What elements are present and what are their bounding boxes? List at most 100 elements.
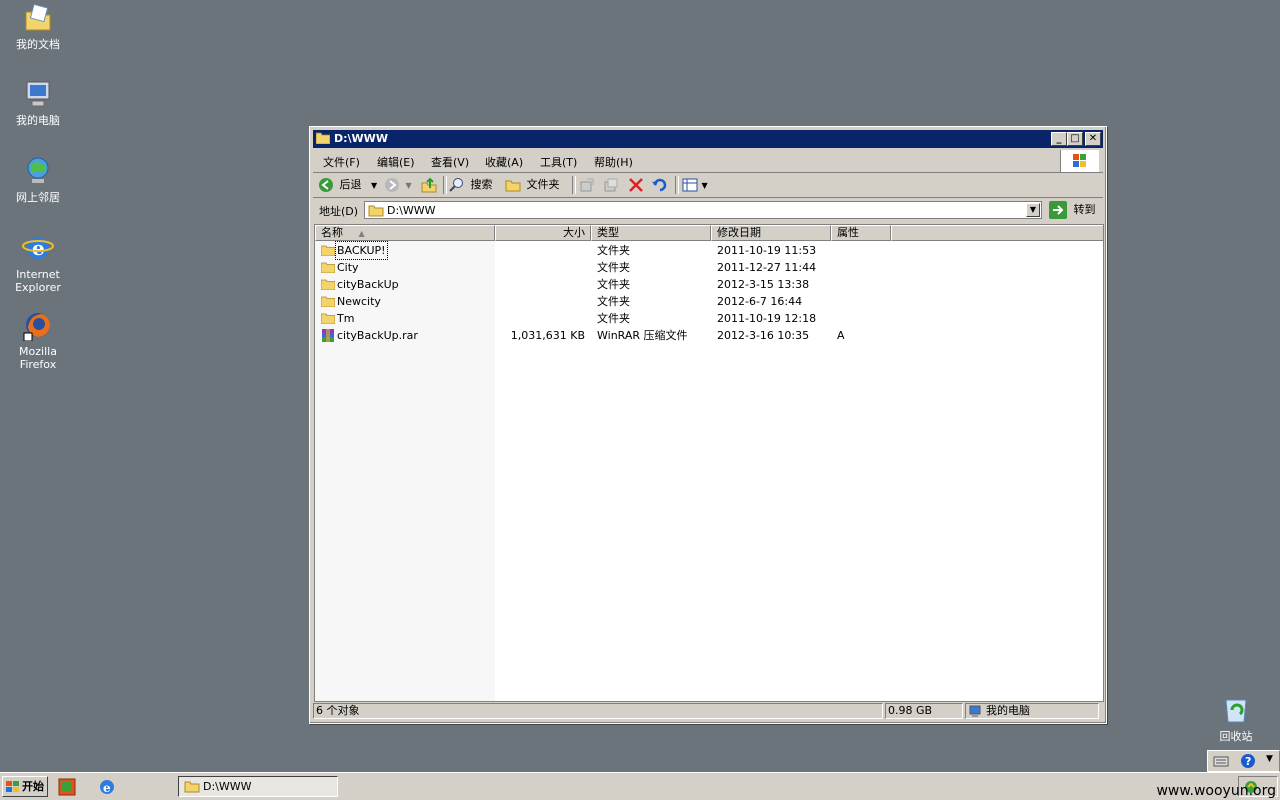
copy-to-button[interactable] [603, 177, 619, 193]
folder-icon [321, 262, 335, 273]
taskbar: 开始 e D:\WWW [0, 772, 1280, 800]
undo-button[interactable] [651, 177, 667, 193]
desktop-icon-label: Mozilla Firefox [19, 345, 57, 371]
address-dropdown-button[interactable]: ▼ [1026, 203, 1040, 217]
file-date: 2012-3-16 10:35 [717, 329, 810, 342]
desktop-icon-label: Internet Explorer [15, 268, 61, 294]
explorer-window: D:\WWW _ □ ✕ 文件(F) 编辑(E) 查看(V) 收藏(A) 工具(… [309, 126, 1107, 724]
file-row[interactable]: cityBackUp.rar 1,031,631 KB WinRAR 压缩文件 … [315, 327, 1103, 344]
help-icon[interactable]: ? [1240, 753, 1256, 769]
back-label: 后退 [339, 178, 362, 191]
window-title: D:\WWW [334, 132, 388, 145]
search-button[interactable]: 搜索 [449, 177, 493, 193]
menu-favorites[interactable]: 收藏(A) [485, 154, 523, 170]
my-computer-icon [969, 705, 981, 717]
watermark: www.wooyun.org [1156, 783, 1276, 799]
show-desktop-icon[interactable] [58, 778, 76, 796]
svg-text:e: e [103, 781, 111, 795]
desktop-icon-label: 我的电脑 [16, 114, 60, 127]
folder-icon [368, 205, 384, 217]
file-type: 文件夹 [597, 295, 630, 308]
file-row[interactable]: Tm 文件夹 2011-10-19 12:18 [315, 310, 1103, 327]
back-arrow-icon [319, 178, 333, 192]
views-button[interactable]: ▼ [682, 177, 708, 193]
up-folder-icon [421, 177, 437, 193]
desktop-icon-ie[interactable]: e Internet Explorer [0, 232, 76, 294]
column-header-empty [891, 225, 1103, 241]
menu-file[interactable]: 文件(F) [323, 154, 360, 170]
desktop-icon-recycle-bin[interactable]: 回收站 [1198, 694, 1274, 743]
move-to-button[interactable] [579, 177, 595, 193]
winrar-archive-icon [322, 329, 334, 342]
file-date: 2012-6-7 16:44 [717, 295, 803, 308]
up-folder-button[interactable] [421, 177, 437, 193]
column-header-type[interactable]: 类型 [591, 225, 711, 241]
taskbar-window-button[interactable]: D:\WWW [178, 776, 338, 797]
folders-label: 文件夹 [526, 178, 560, 191]
menu-view[interactable]: 查看(V) [431, 154, 469, 170]
address-value: D:\WWW [387, 204, 436, 217]
go-arrow-icon [1049, 201, 1067, 219]
go-button[interactable]: 转到 [1049, 201, 1096, 219]
views-dropdown-icon: ▼ [701, 181, 708, 190]
column-header-date[interactable]: 修改日期 [711, 225, 831, 241]
desktop-icon-label: 网上邻居 [16, 191, 60, 204]
file-row[interactable]: City 文件夹 2011-12-27 11:44 [315, 259, 1103, 276]
file-type: WinRAR 压缩文件 [597, 329, 688, 342]
folder-icon [321, 279, 335, 290]
firefox-icon [22, 309, 54, 342]
menu-help[interactable]: 帮助(H) [594, 154, 633, 170]
column-header-attributes[interactable]: 属性 [831, 225, 891, 241]
desktop-icon-firefox[interactable]: Mozilla Firefox [0, 309, 76, 371]
internet-explorer-icon[interactable]: e [98, 778, 116, 796]
desktop-icon-network[interactable]: 网上邻居 [0, 155, 76, 204]
address-input[interactable]: D:\WWW ▼ [364, 201, 1042, 219]
minimize-button[interactable]: _ [1051, 132, 1067, 146]
search-icon [449, 178, 463, 192]
start-button[interactable]: 开始 [2, 776, 48, 797]
file-date: 2012-3-15 13:38 [717, 278, 810, 291]
address-bar: 地址(D) D:\WWW ▼ 转到 [313, 198, 1103, 222]
svg-text:e: e [32, 236, 45, 260]
internet-explorer-icon: e [22, 232, 54, 264]
title-bar[interactable]: D:\WWW _ □ ✕ [313, 130, 1103, 148]
file-type: 文件夹 [597, 244, 630, 257]
recycle-bin-icon [1220, 694, 1252, 726]
back-button[interactable]: 后退 ▼ [318, 177, 377, 193]
column-header-size[interactable]: 大小 [495, 225, 591, 241]
folders-button[interactable]: 文件夹 [505, 177, 560, 193]
file-row[interactable]: cityBackUp 文件夹 2012-3-15 13:38 [315, 276, 1103, 293]
desktop-icon-my-computer[interactable]: 我的电脑 [0, 78, 76, 127]
move-to-icon [580, 178, 594, 192]
close-button[interactable]: ✕ [1085, 132, 1101, 146]
status-object-count: 6 个对象 [313, 703, 883, 719]
address-label: 地址(D) [319, 205, 359, 218]
search-label: 搜索 [470, 178, 493, 191]
svg-text:?: ? [1245, 755, 1251, 768]
folders-icon [505, 180, 521, 192]
menu-bar: 文件(F) 编辑(E) 查看(V) 收藏(A) 工具(T) 帮助(H) [313, 150, 1103, 173]
forward-arrow-icon [385, 178, 399, 192]
file-size: 1,031,631 KB [510, 329, 585, 342]
keyboard-icon[interactable] [1213, 754, 1229, 768]
language-bar[interactable]: ? ▼ [1207, 750, 1280, 772]
file-attr: A [837, 329, 845, 342]
go-label: 转到 [1073, 203, 1096, 216]
delete-button[interactable] [628, 177, 644, 193]
menu-tools[interactable]: 工具(T) [540, 154, 577, 170]
forward-button[interactable]: ▼ [384, 177, 412, 193]
folder-icon [321, 245, 335, 256]
desktop-icon-my-documents[interactable]: 我的文档 [0, 2, 76, 51]
file-row[interactable]: BACKUP! 文件夹 2011-10-19 11:53 [315, 241, 1103, 260]
file-name: Tm [337, 312, 355, 325]
maximize-button[interactable]: □ [1067, 132, 1083, 146]
sort-ascending-icon: ▲ [358, 229, 365, 238]
menu-edit[interactable]: 编辑(E) [377, 154, 415, 170]
back-dropdown-icon[interactable]: ▼ [371, 181, 377, 190]
my-computer-icon [22, 78, 54, 110]
file-row[interactable]: Newcity 文件夹 2012-6-7 16:44 [315, 293, 1103, 310]
forward-dropdown-icon[interactable]: ▼ [406, 181, 412, 190]
options-arrow-icon[interactable]: ▼ [1266, 754, 1273, 764]
file-name: City [337, 261, 359, 274]
column-header-name[interactable]: 名称 ▲ [315, 225, 495, 241]
